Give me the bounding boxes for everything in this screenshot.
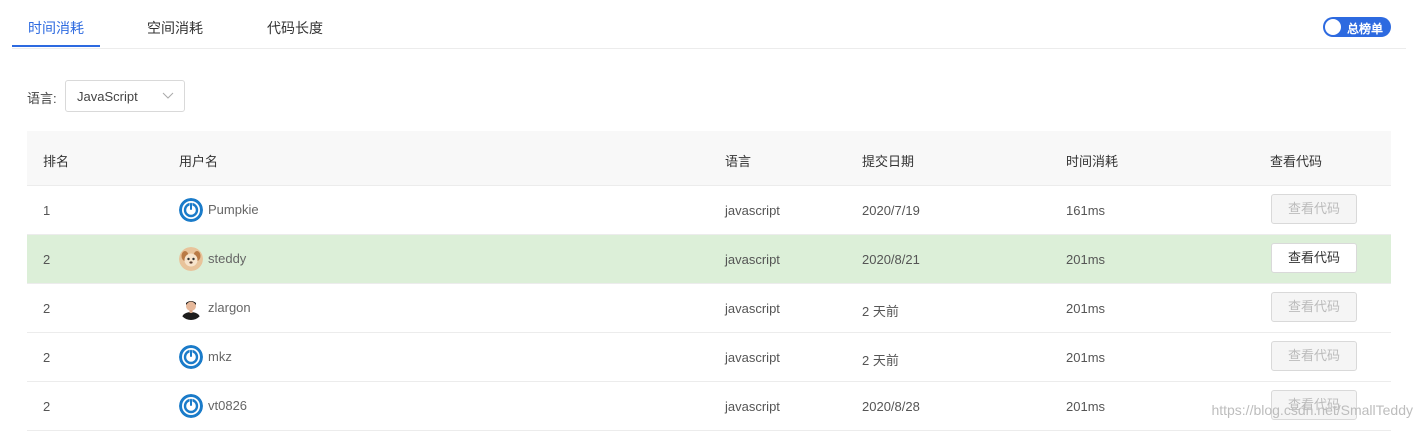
- time-cell: 201ms: [1066, 350, 1106, 365]
- toggle-knob: [1325, 19, 1341, 35]
- rank-cell: 2: [43, 350, 51, 365]
- view-code-button[interactable]: 查看代码: [1271, 194, 1357, 224]
- date-cell: 2020/8/21: [862, 252, 920, 267]
- table-header: 排名 用户名 语言 提交日期 时间消耗 查看代码: [27, 131, 1391, 186]
- dog-avatar: [179, 247, 203, 271]
- table-body: 1 Pumpkie javascript 2020/7/19 161ms 查看代码 2 ste…: [27, 186, 1391, 431]
- rank-cell: 2: [43, 399, 51, 414]
- toggle-label: 总榜单: [1347, 22, 1384, 36]
- rank-cell: 1: [43, 203, 51, 218]
- time-cell: 201ms: [1066, 252, 1106, 267]
- time-cell: 201ms: [1066, 399, 1106, 414]
- header-code: 查看代码: [1270, 154, 1323, 169]
- table-row: 2 vt0826 javascript 2020/8/28 201ms 查看代码: [27, 382, 1391, 431]
- header-user: 用户名: [179, 154, 219, 169]
- date-cell: 2 天前: [862, 353, 899, 368]
- ranking-table: 排名 用户名 语言 提交日期 时间消耗 查看代码 1 Pumpkie javascr…: [27, 131, 1391, 431]
- language-select[interactable]: JavaScript: [65, 80, 185, 112]
- rank-cell: 2: [43, 301, 51, 316]
- table-row: 2 steddy javascript 2020/8/21 201ms 查看代码: [27, 235, 1391, 284]
- header-language: 语言: [725, 154, 752, 169]
- header-time: 时间消耗: [1066, 154, 1119, 169]
- language-cell: javascript: [725, 203, 780, 218]
- language-cell: javascript: [725, 301, 780, 316]
- power-icon: [179, 345, 203, 369]
- rank-cell: 2: [43, 252, 51, 267]
- username[interactable]: vt0826: [208, 398, 247, 413]
- leaderboard-toggle[interactable]: 总榜单: [1323, 17, 1391, 37]
- username[interactable]: mkz: [208, 349, 232, 364]
- tab-space[interactable]: 空间消耗: [147, 18, 203, 38]
- header-date: 提交日期: [862, 154, 915, 169]
- time-cell: 201ms: [1066, 301, 1106, 316]
- tab-time[interactable]: 时间消耗: [28, 18, 84, 38]
- date-cell: 2 天前: [862, 304, 899, 319]
- view-code-button[interactable]: 查看代码: [1271, 243, 1357, 273]
- tab-bar: 时间消耗 空间消耗 代码长度: [12, 0, 1406, 49]
- watermark: https://blog.csdn.net/SmallTeddy: [1211, 402, 1413, 418]
- view-code-button[interactable]: 查看代码: [1271, 292, 1357, 322]
- username[interactable]: steddy: [208, 251, 246, 266]
- table-row: 1 Pumpkie javascript 2020/7/19 161ms 查看代码: [27, 186, 1391, 235]
- language-cell: javascript: [725, 252, 780, 267]
- header-rank: 排名: [43, 154, 70, 169]
- date-cell: 2020/7/19: [862, 203, 920, 218]
- table-row: 2 zlargon javascript 2 天前 201ms 查看代码: [27, 284, 1391, 333]
- language-cell: javascript: [725, 399, 780, 414]
- language-cell: javascript: [725, 350, 780, 365]
- time-cell: 161ms: [1066, 203, 1106, 218]
- tab-code-length[interactable]: 代码长度: [267, 18, 323, 38]
- username[interactable]: Pumpkie: [208, 202, 259, 217]
- power-icon: [179, 198, 203, 222]
- person-avatar: [179, 296, 203, 320]
- table-row: 2 mkz javascript 2 天前 201ms 查看代码: [27, 333, 1391, 382]
- username[interactable]: zlargon: [208, 300, 251, 315]
- language-filter-label: 语言:: [27, 91, 57, 106]
- date-cell: 2020/8/28: [862, 399, 920, 414]
- view-code-button[interactable]: 查看代码: [1271, 341, 1357, 371]
- language-select-value: JavaScript: [77, 89, 138, 104]
- chevron-down-icon: [162, 92, 174, 99]
- active-tab-indicator: [12, 45, 100, 47]
- power-icon: [179, 394, 203, 418]
